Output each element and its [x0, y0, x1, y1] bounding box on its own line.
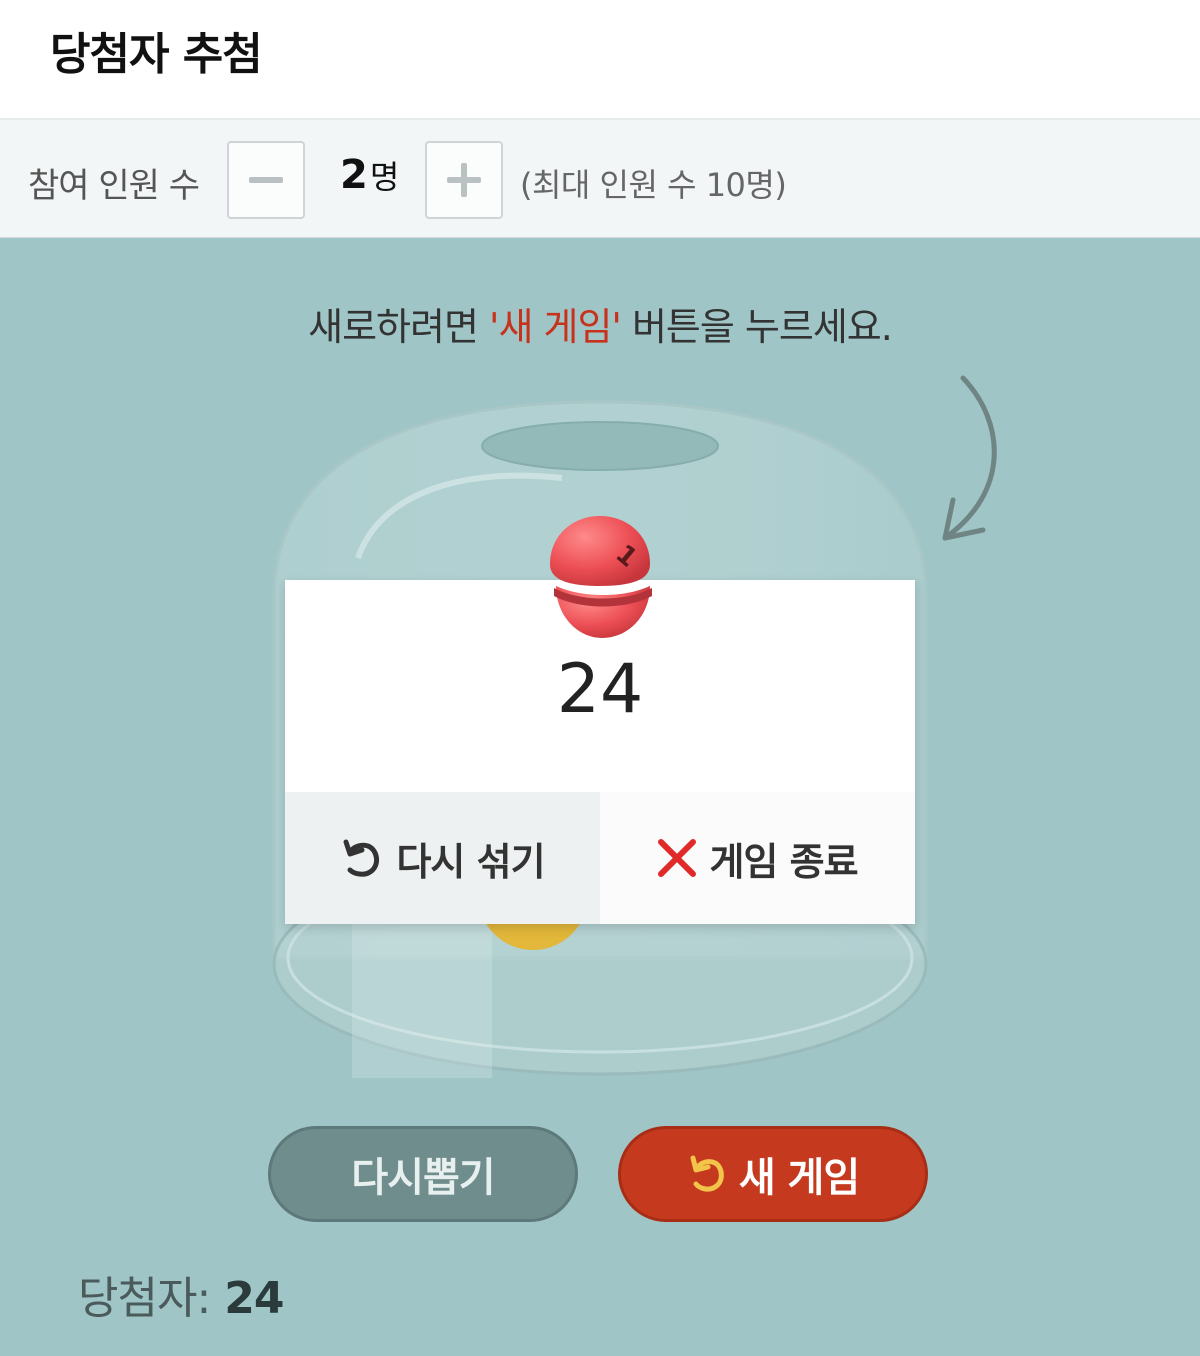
decrease-button[interactable]	[227, 141, 305, 219]
close-icon	[658, 839, 697, 877]
participant-count: 2명	[340, 152, 399, 198]
result-card-actions: 다시 섞기 게임 종료	[285, 792, 915, 924]
undo-icon	[343, 839, 380, 877]
participant-count-value: 2	[340, 152, 368, 198]
participant-controls: 참여 인원 수 2명 (최대 인원 수 10명)	[0, 118, 1200, 238]
instruction-highlight: '새 게임'	[489, 305, 622, 349]
reshuffle-button[interactable]: 다시 섞기	[285, 792, 600, 924]
end-game-label: 게임 종료	[709, 839, 858, 884]
redraw-button[interactable]: 다시뽑기	[268, 1126, 578, 1222]
redraw-label: 다시뽑기	[351, 1155, 495, 1201]
plus-icon	[447, 163, 481, 197]
curved-arrow-icon	[942, 375, 997, 541]
end-game-button[interactable]: 게임 종료	[600, 792, 915, 924]
new-game-label: 새 게임	[738, 1155, 860, 1201]
page-title: 당첨자 추첨	[50, 29, 263, 80]
winner-display: 당첨자: 24	[78, 1262, 285, 1326]
instruction-prefix: 새로하려면	[308, 305, 490, 349]
minus-icon	[249, 177, 283, 183]
instruction-suffix: 버튼을 누르세요.	[620, 305, 893, 349]
participant-count-unit: 명	[369, 158, 400, 196]
reshuffle-label: 다시 섞기	[396, 839, 545, 884]
new-game-button[interactable]: 새 게임	[618, 1126, 928, 1222]
winner-value: 24	[224, 1273, 284, 1324]
max-participants-note: (최대 인원 수 10명)	[520, 166, 787, 204]
refresh-icon	[690, 1155, 724, 1192]
drawn-number: 24	[556, 650, 644, 729]
instruction-text: 새로하려면 '새 게임' 버튼을 누르세요.	[0, 296, 1200, 351]
increase-button[interactable]	[425, 141, 503, 219]
participant-count-label: 참여 인원 수	[28, 166, 200, 206]
app-header: 당첨자 추첨	[0, 0, 1200, 118]
winner-label: 당첨자:	[78, 1273, 211, 1324]
red-ball-icon: 1	[550, 516, 652, 638]
